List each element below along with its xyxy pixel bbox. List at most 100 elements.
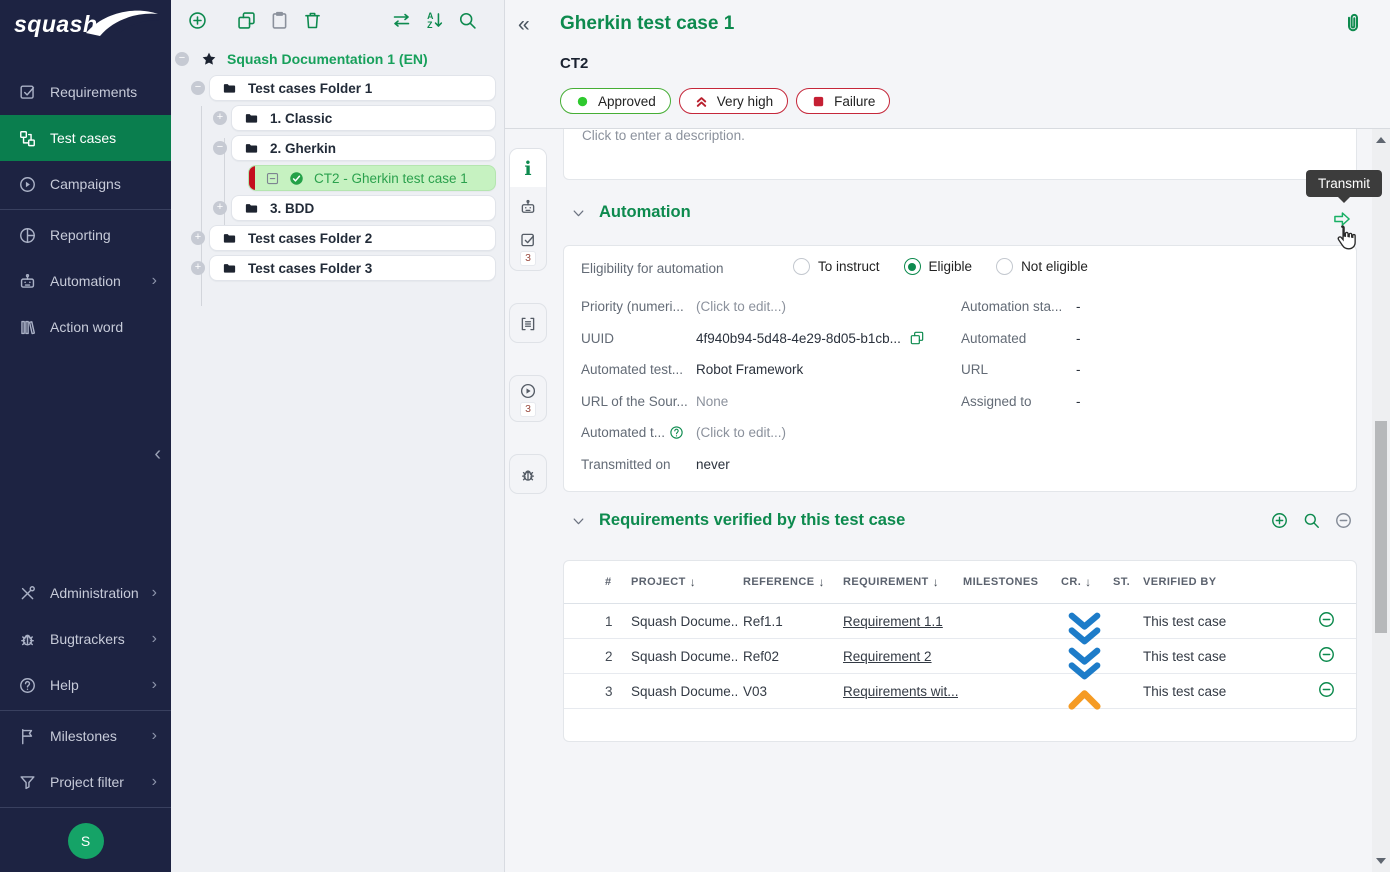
- project-name[interactable]: Squash Documentation 1 (EN): [227, 51, 428, 67]
- avatar[interactable]: S: [68, 823, 104, 859]
- tree-toggle[interactable]: +: [213, 111, 227, 125]
- tree-node[interactable]: − 2. Gherkin: [171, 135, 504, 161]
- table-column-header[interactable]: MILESTONES: [958, 576, 1056, 588]
- field-value[interactable]: Robot Framework: [696, 362, 803, 377]
- attachments-button[interactable]: [1341, 10, 1365, 38]
- tree-toggle[interactable]: +: [191, 231, 205, 245]
- tree-node[interactable]: CT2 - Gherkin test case 1: [171, 165, 504, 191]
- table-column-header[interactable]: REQUIREMENT ↓: [838, 575, 958, 589]
- tree-node[interactable]: + 3. BDD: [171, 195, 504, 221]
- tree-toolbar-button[interactable]: AZ: [424, 10, 445, 31]
- tree-toggle[interactable]: −: [213, 141, 227, 155]
- tree-root-project[interactable]: − Squash Documentation 1 (EN): [171, 48, 504, 70]
- field-value[interactable]: (Click to edit...): [696, 299, 786, 314]
- tree-toggle[interactable]: +: [191, 261, 205, 275]
- chevron-down-icon[interactable]: [572, 207, 585, 220]
- field-value[interactable]: 4f940b94-5d48-4e29-8d05-b1cb...: [696, 330, 925, 346]
- tab-steps[interactable]: 3: [510, 225, 546, 270]
- table-column-header[interactable]: REFERENCE ↓: [738, 575, 838, 589]
- requirement-link[interactable]: Requirement 2: [838, 649, 958, 664]
- tab-executions[interactable]: 3: [510, 376, 546, 421]
- table-column-header[interactable]: PROJECT ↓: [626, 575, 738, 589]
- field-value[interactable]: None: [696, 394, 728, 409]
- collapse-square-icon[interactable]: [265, 171, 280, 186]
- vertical-scrollbar[interactable]: [1372, 129, 1390, 872]
- requirement-row[interactable]: 3 Squash Docume... V03 Requirements wit.…: [564, 674, 1356, 709]
- sidebar-item[interactable]: Administration ›: [0, 570, 171, 616]
- tree-node-box[interactable]: 3. BDD: [231, 195, 496, 221]
- sidebar-collapse-button[interactable]: ‹: [154, 444, 161, 464]
- sidebar-item[interactable]: Test cases: [0, 115, 171, 161]
- table-column-header[interactable]: #: [600, 576, 626, 588]
- radio-button[interactable]: [904, 258, 921, 275]
- tree-node-box[interactable]: 2. Gherkin: [231, 135, 496, 161]
- unlink-all-button[interactable]: [1334, 511, 1353, 530]
- tree-node-box[interactable]: Test cases Folder 1: [209, 75, 496, 101]
- tree-node-box[interactable]: CT2 - Gherkin test case 1: [248, 165, 496, 191]
- link-requirement-button[interactable]: [1270, 511, 1289, 530]
- sidebar-item[interactable]: Automation ›: [0, 258, 171, 304]
- sidebar-item[interactable]: Action word: [0, 304, 171, 350]
- tab-parameters[interactable]: [510, 304, 546, 342]
- requirement-link[interactable]: Requirement 1.1: [838, 614, 958, 629]
- row-index: 2: [600, 649, 626, 664]
- scrollbar-thumb[interactable]: [1375, 421, 1387, 633]
- eligibility-radio-option[interactable]: To instruct: [793, 258, 880, 275]
- sidebar-item[interactable]: Requirements: [0, 69, 171, 115]
- tree-node[interactable]: + Test cases Folder 2: [171, 225, 504, 251]
- tree-node-box[interactable]: Test cases Folder 3: [209, 255, 496, 281]
- status-badge[interactable]: Approved: [560, 88, 671, 114]
- eligibility-radio-option[interactable]: Eligible: [904, 258, 973, 275]
- tree-toggle[interactable]: −: [191, 81, 205, 95]
- tab-automation[interactable]: [510, 187, 546, 225]
- tree-toolbar-button[interactable]: [457, 10, 478, 31]
- scroll-down-arrow[interactable]: [1376, 858, 1386, 864]
- tab-issues[interactable]: [510, 455, 546, 493]
- chevron-down-icon[interactable]: [572, 515, 585, 528]
- copy-uuid-button[interactable]: [909, 330, 925, 346]
- squash-logo[interactable]: squash: [0, 0, 171, 48]
- eligibility-radio-option[interactable]: Not eligible: [996, 258, 1088, 275]
- search-requirement-button[interactable]: [1302, 511, 1321, 530]
- unlink-requirement-button[interactable]: [1317, 610, 1336, 629]
- table-column-header[interactable]: VERIFIED BY: [1138, 576, 1276, 588]
- radio-button[interactable]: [793, 258, 810, 275]
- sidebar-item[interactable]: Reporting: [0, 212, 171, 258]
- help-icon[interactable]: [669, 425, 684, 440]
- requirement-row[interactable]: 1 Squash Docume... Ref1.1 Requirement 1.…: [564, 604, 1356, 639]
- tree-node-box[interactable]: Test cases Folder 2: [209, 225, 496, 251]
- requirement-row[interactable]: 2 Squash Docume... Ref02 Requirement 2 T…: [564, 639, 1356, 674]
- table-column-header[interactable]: ST.: [1108, 576, 1138, 588]
- radio-button[interactable]: [996, 258, 1013, 275]
- sidebar-item[interactable]: Campaigns: [0, 161, 171, 207]
- tree-toolbar-button[interactable]: [236, 10, 257, 31]
- transmit-button[interactable]: [1331, 209, 1353, 229]
- unlink-requirement-button[interactable]: [1317, 645, 1336, 664]
- field-value[interactable]: never: [696, 457, 730, 472]
- collapse-panel-button[interactable]: «: [518, 13, 530, 37]
- tree-node[interactable]: + Test cases Folder 3: [171, 255, 504, 281]
- status-badge[interactable]: Failure: [796, 88, 890, 114]
- tree-node-box[interactable]: 1. Classic: [231, 105, 496, 131]
- scroll-up-arrow[interactable]: [1376, 137, 1386, 143]
- tree-toggle[interactable]: +: [213, 201, 227, 215]
- table-column-header[interactable]: CR. ↓: [1056, 575, 1108, 589]
- tab-information[interactable]: i: [510, 149, 546, 187]
- sidebar-item[interactable]: Help ›: [0, 662, 171, 708]
- description-placeholder[interactable]: Click to enter a description.: [582, 129, 1338, 143]
- unlink-requirement-button[interactable]: [1317, 680, 1336, 699]
- sidebar-item[interactable]: Milestones ›: [0, 713, 171, 759]
- tree-node[interactable]: + 1. Classic: [171, 105, 504, 131]
- tree-toolbar-button[interactable]: [391, 10, 412, 31]
- sidebar-item[interactable]: Project filter ›: [0, 759, 171, 805]
- requirement-link[interactable]: Requirements wit...: [838, 684, 958, 699]
- sidebar-item[interactable]: Bugtrackers ›: [0, 616, 171, 662]
- description-card[interactable]: Click to enter a description.: [563, 129, 1357, 180]
- field-value[interactable]: (Click to edit...): [696, 425, 786, 440]
- tree-toolbar-button[interactable]: [187, 10, 208, 31]
- tree-node[interactable]: − Test cases Folder 1: [171, 75, 504, 101]
- tree-toolbar-button[interactable]: [269, 10, 290, 31]
- tree-toggle[interactable]: −: [175, 52, 189, 66]
- tree-toolbar-button[interactable]: [302, 10, 323, 31]
- status-badge[interactable]: Very high: [679, 88, 788, 114]
